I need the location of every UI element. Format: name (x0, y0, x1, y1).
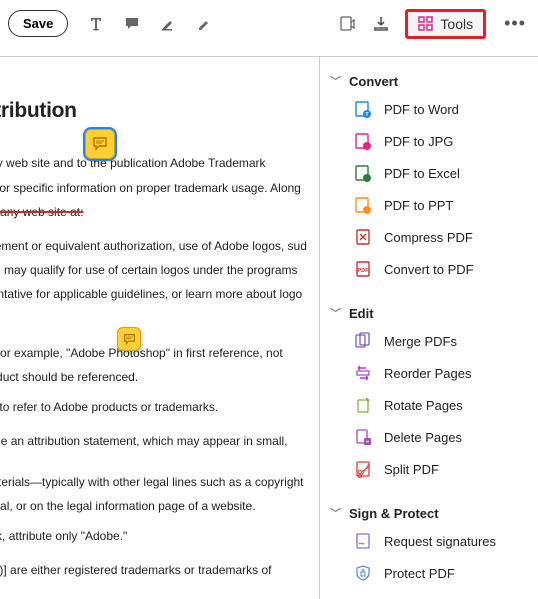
doc-paragraph: ur company web site and to the publicati… (0, 155, 307, 171)
document-view: al Distribution ur company web site and … (0, 57, 320, 599)
tools-button[interactable]: Tools (405, 9, 486, 39)
text-tool-icon[interactable] (86, 14, 106, 34)
doc-paragraph: ease include an attribution statement, w… (0, 433, 307, 465)
doc-paragraph: ok or manual, or on the legal informatio… (0, 498, 307, 514)
item-label: PDF to Word (384, 102, 459, 117)
tool-item-pdf-to-excel[interactable]: PDF to Excel (324, 157, 534, 189)
doc-paragraph: blished materials—typically with other l… (0, 474, 307, 490)
merge-pdfs-icon (354, 332, 372, 350)
doc-paragraph: t mention (for example, "Adobe Photoshop… (0, 345, 307, 361)
doc-heading: al Distribution (0, 97, 307, 125)
section-header-convert[interactable]: ﹀ Convert (324, 69, 534, 93)
comment-tool-icon[interactable] (122, 14, 142, 34)
item-label: Compress PDF (384, 230, 473, 245)
right-toolbar-group: Tools ••• (337, 9, 530, 39)
tool-item-protect-pdf[interactable]: Protect PDF (324, 557, 534, 589)
request-signatures-icon (354, 532, 372, 550)
download-icon[interactable] (371, 14, 391, 34)
delete-pages-icon (354, 428, 372, 446)
tool-item-pdf-to-word[interactable]: T PDF to Word (324, 93, 534, 125)
struck-text: o our company web site at: (0, 205, 83, 219)
section-header-sign[interactable]: ﹀ Sign & Protect (324, 501, 534, 525)
doc-paragraph: ot be used to refer to Adobe products or… (0, 399, 307, 415)
split-pdf-icon (354, 460, 372, 478)
tool-item-pdf-to-ppt[interactable]: PDF to PPT (324, 189, 534, 221)
sticky-note-2[interactable] (117, 327, 141, 351)
svg-text:PDF: PDF (358, 268, 370, 274)
section-label: Edit (349, 306, 374, 321)
chevron-down-icon: ﹀ (330, 73, 341, 89)
item-label: Rotate Pages (384, 398, 463, 413)
pdf-to-ppt-icon (354, 196, 372, 214)
chevron-down-icon: ﹀ (330, 305, 341, 321)
sidebar-section-edit: ﹀ Edit Merge PDFs Reorder Pages Rotate P… (324, 301, 534, 485)
tool-item-rotate-pages[interactable]: Rotate Pages (324, 389, 534, 421)
compress-pdf-icon (354, 228, 372, 246)
item-label: Request signatures (384, 534, 496, 549)
rotate-pages-icon (354, 396, 372, 414)
convert-to-pdf-icon: PDF (354, 260, 372, 278)
tools-sidebar: ﹀ Convert T PDF to Word PDF to JPG PDF to… (320, 57, 538, 599)
item-label: Convert to PDF (384, 262, 474, 277)
sticky-note-icon (92, 136, 108, 152)
protect-pdf-icon (354, 564, 372, 582)
section-header-edit[interactable]: ﹀ Edit (324, 301, 534, 325)
doc-link[interactable]: s.html (0, 310, 307, 326)
pdf-to-jpg-icon (354, 132, 372, 150)
tool-item-merge-pdfs[interactable]: Merge PDFs (324, 325, 534, 357)
sticky-note-icon (123, 333, 136, 346)
chevron-down-icon: ﹀ (330, 505, 341, 521)
tool-item-pdf-to-jpg[interactable]: PDF to JPG (324, 125, 534, 157)
section-label: Sign & Protect (349, 506, 439, 521)
pdf-to-word-icon: T (354, 100, 372, 118)
item-label: Split PDF (384, 462, 439, 477)
doc-paragraph: llowed. You may qualify for use of certa… (0, 262, 307, 278)
tool-item-reorder-pages[interactable]: Reorder Pages (324, 357, 534, 389)
pdf-to-excel-icon (354, 164, 372, 182)
tools-grid-icon (418, 16, 434, 32)
draw-tool-icon[interactable] (194, 14, 214, 34)
tool-item-delete-pages[interactable]: Delete Pages (324, 421, 534, 453)
doc-paragraph: ark. If blank, attribute only "Adobe." (0, 528, 307, 544)
more-menu-icon[interactable]: ••• (500, 13, 530, 34)
sticky-note-1[interactable] (85, 129, 115, 159)
doc-paragraph: gram agreement or equivalent authorizati… (0, 238, 307, 254)
item-label: Merge PDFs (384, 334, 457, 349)
item-label: Protect PDF (384, 566, 455, 581)
save-button[interactable]: Save (8, 10, 68, 37)
doc-paragraph: o our company web site at: (0, 204, 307, 220)
item-label: PDF to Excel (384, 166, 460, 181)
item-label: Delete Pages (384, 430, 462, 445)
doc-paragraph: be representative for applicable guideli… (0, 286, 307, 302)
tool-item-request-signatures[interactable]: Request signatures (324, 525, 534, 557)
item-label: PDF to JPG (384, 134, 453, 149)
section-label: Convert (349, 74, 398, 89)
annotation-tools (86, 14, 214, 34)
item-label: Reorder Pages (384, 366, 471, 381)
item-label: PDF to PPT (384, 198, 453, 213)
highlight-tool-icon[interactable] (158, 14, 178, 34)
tool-item-split-pdf[interactable]: Split PDF (324, 453, 534, 485)
tool-item-convert-to-pdf[interactable]: PDF Convert to PDF (324, 253, 534, 285)
reorder-pages-icon (354, 364, 372, 382)
sidebar-section-sign: ﹀ Sign & Protect Request signatures Prot… (324, 501, 534, 589)
sidebar-section-convert: ﹀ Convert T PDF to Word PDF to JPG PDF to… (324, 69, 534, 285)
doc-paragraph: y each product should be referenced. (0, 369, 307, 385)
svg-text:T: T (365, 112, 368, 118)
top-toolbar: Save Tools ••• (0, 0, 538, 48)
tools-label: Tools (440, 16, 473, 32)
tool-item-compress-pdf[interactable]: Compress PDF (324, 221, 534, 253)
export-icon[interactable] (337, 14, 357, 34)
doc-paragraph: ademarks for specific information on pro… (0, 180, 307, 196)
